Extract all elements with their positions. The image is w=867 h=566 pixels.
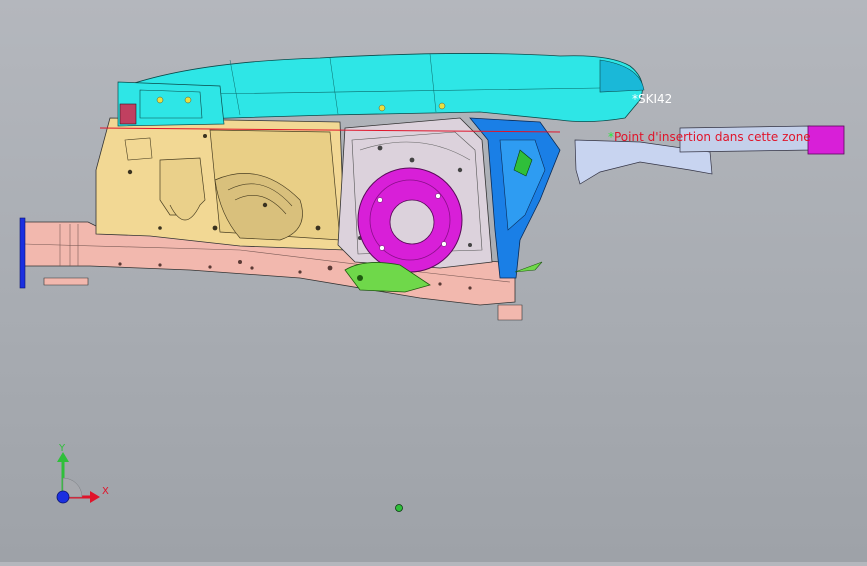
triad-x-label: X [102,486,109,497]
upper-beam[interactable] [117,53,645,127]
insertion-note-text: Point d'insertion dans cette zone [614,130,811,144]
beam-end-clip[interactable] [119,103,137,125]
graphics-viewport[interactable]: *SKI42 *Point d'insertion dans cette zon… [0,0,867,562]
origin-marker[interactable] [395,504,403,512]
triad-x-arrow [90,491,100,503]
insertion-note-label[interactable]: *Point d'insertion dans cette zone [608,130,811,144]
cad-model-canvas[interactable] [0,0,867,562]
sketch-label[interactable]: *SKI42 [632,92,672,106]
side-apron-panel[interactable] [95,117,346,251]
rail-end-flange[interactable] [19,217,26,289]
strut-mount[interactable] [357,167,463,273]
reference-triad [56,452,100,504]
triad-y-label: Y [59,443,66,454]
triad-z-axis [56,490,70,504]
extension-end-cap[interactable] [807,125,845,155]
